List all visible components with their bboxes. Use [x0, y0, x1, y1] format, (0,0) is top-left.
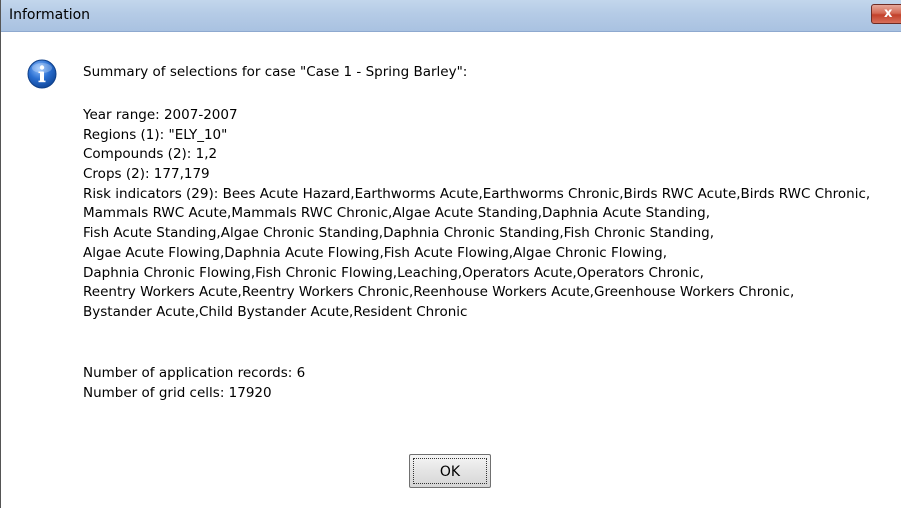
compounds-line: Compounds (2): 1,2: [83, 146, 218, 163]
risk-indicators-line: Reentry Workers Acute,Reentry Workers Ch…: [83, 284, 795, 301]
close-button[interactable]: x: [871, 4, 901, 24]
risk-indicators-line: Fish Acute Standing,Algae Chronic Standi…: [83, 225, 715, 242]
close-icon: x: [884, 6, 893, 21]
risk-indicators-line: Mammals RWC Acute,Mammals RWC Chronic,Al…: [83, 205, 710, 222]
risk-indicators-line: Daphnia Chronic Flowing,Fish Chronic Flo…: [83, 264, 704, 281]
information-icon: [27, 59, 57, 89]
ok-button[interactable]: OK: [409, 454, 491, 488]
regions-line: Regions (1): "ELY_10": [83, 126, 228, 143]
window-title: Information: [9, 7, 91, 23]
record-counts: Number of application records: 6 Number …: [83, 364, 305, 403]
crops-line: Crops (2): 177,179: [83, 166, 210, 183]
ok-button-label: OK: [413, 458, 487, 484]
summary-heading: Summary of selections for case "Case 1 -…: [83, 64, 468, 80]
grid-cells-line: Number of grid cells: 17920: [83, 384, 272, 401]
year-range-line: Year range: 2007-2007: [83, 107, 238, 123]
risk-indicators-line: Bystander Acute,Child Bystander Acute,Re…: [83, 303, 468, 320]
information-dialog: Information x Summary of selections for …: [0, 0, 901, 508]
risk-indicators-line: Algae Acute Flowing,Daphnia Acute Flowin…: [83, 244, 667, 261]
title-bar[interactable]: Information x: [1, 0, 901, 32]
application-records-line: Number of application records: 6: [83, 365, 306, 381]
risk-indicators-line: Risk indicators (29): Bees Acute Hazard,…: [83, 185, 871, 202]
selection-details: Year range: 2007-2007 Regions (1): "ELY_…: [83, 106, 870, 323]
